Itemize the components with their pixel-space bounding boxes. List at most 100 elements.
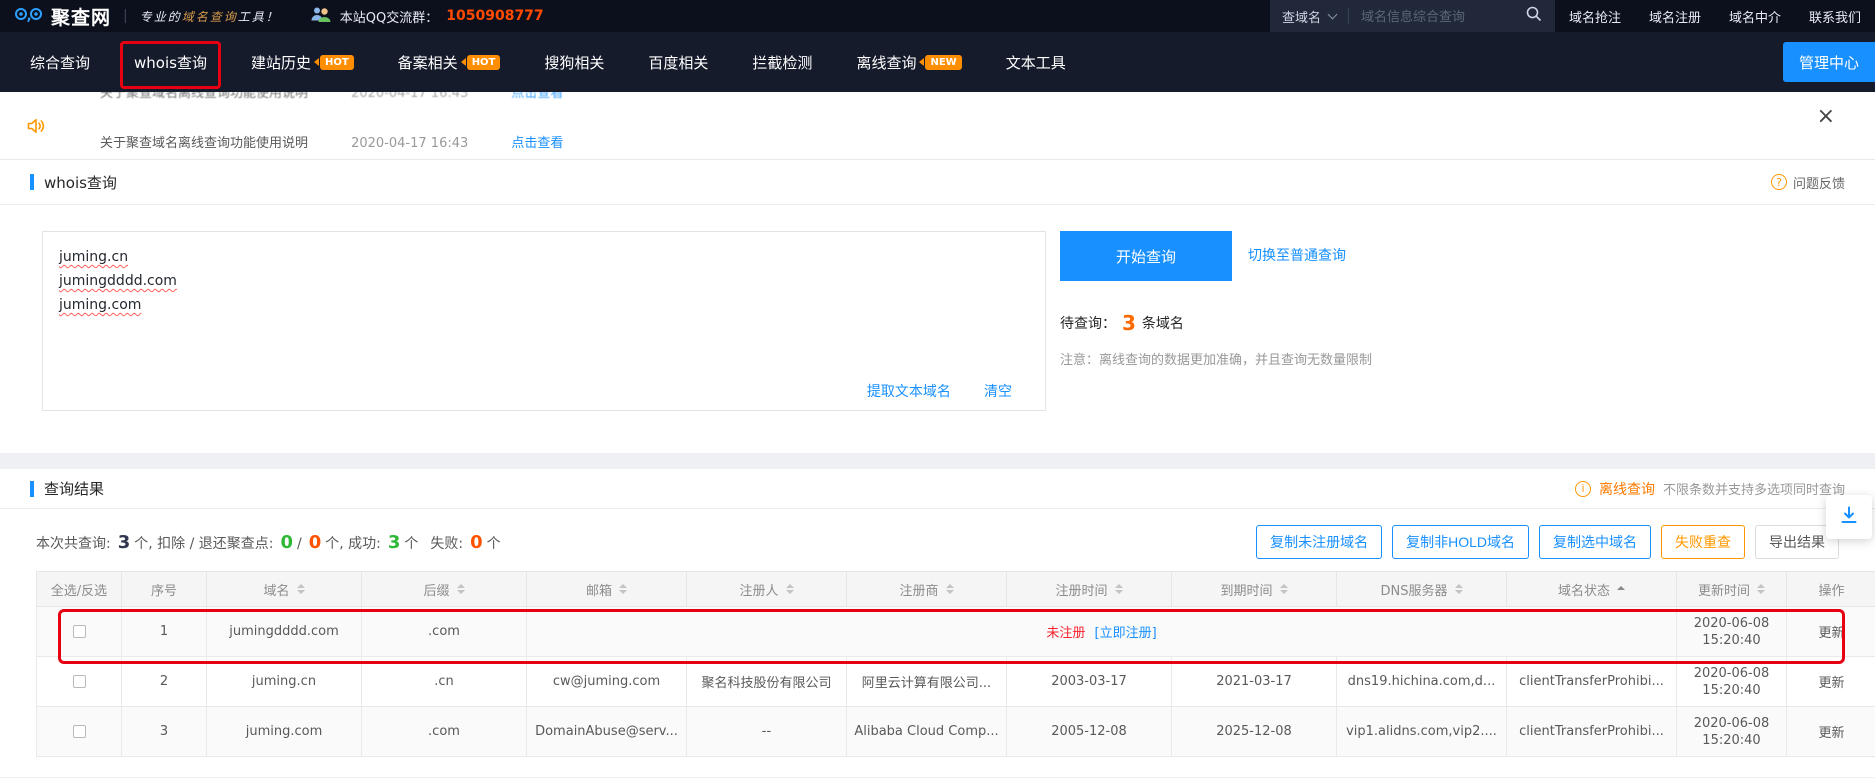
register-now-link[interactable]: [立即注册] <box>1095 626 1157 641</box>
announcement-view-link[interactable]: 点击查看 <box>511 92 563 101</box>
whois-section-header: whois查询 ? 问题反馈 <box>0 160 1875 205</box>
copy-nonhold-button[interactable]: 复制非HOLD域名 <box>1392 525 1529 559</box>
col-suffix[interactable]: 后缀 <box>362 572 527 607</box>
textarea-links: 提取文本域名 清空 <box>42 381 1046 401</box>
sort-icon[interactable] <box>297 584 305 594</box>
qq-group-number: 1050908777 <box>446 8 543 24</box>
refresh-row-link[interactable]: 更新 <box>1818 726 1844 741</box>
row-exp-date: 2025-12-08 <box>1172 707 1337 757</box>
row-email: DomainAbuse@serv... <box>527 707 687 757</box>
nav-item-site-history[interactable]: 建站历史HOT <box>251 52 354 73</box>
chevron-down-icon <box>1328 10 1338 20</box>
select-all-header[interactable]: 全选/反选 <box>37 572 122 607</box>
table-header-row: 全选/反选 序号 域名 后缀 邮箱 注册人 注册商 注册时间 到期时间 DNS服… <box>37 572 1875 607</box>
offline-query-hint: i 离线查询 不限条数并支持多选项同时查询 <box>1575 479 1845 499</box>
sort-icon[interactable] <box>1280 584 1288 594</box>
domain-input-line: jumingdddd.com <box>59 269 177 293</box>
sort-icon[interactable] <box>1455 584 1463 594</box>
col-registrar[interactable]: 注册商 <box>847 572 1007 607</box>
title-accent-bar <box>30 481 34 497</box>
col-email[interactable]: 邮箱 <box>527 572 687 607</box>
download-results-button[interactable] <box>1826 495 1872 539</box>
divider <box>1348 8 1349 24</box>
nav-item-comprehensive-query[interactable]: 综合查询 <box>30 52 90 73</box>
sort-icon[interactable] <box>457 584 465 594</box>
nav-item-text-tools[interactable]: 文本工具 <box>1006 52 1066 73</box>
table-row: 3 juming.com .com DomainAbuse@serv... --… <box>37 707 1875 757</box>
pending-count-row: 待查询： 3 条域名 <box>1060 311 1184 335</box>
switch-normal-query-link[interactable]: 切换至普通查询 <box>1248 231 1346 281</box>
close-icon[interactable]: × <box>1817 106 1835 128</box>
svg-text:,: , <box>27 9 32 24</box>
qq-group-icon <box>310 6 332 27</box>
divider: | <box>123 8 128 24</box>
col-updated[interactable]: 更新时间 <box>1677 572 1787 607</box>
col-dns[interactable]: DNS服务器 <box>1337 572 1507 607</box>
results-table-wrap: 全选/反选 序号 域名 后缀 邮箱 注册人 注册商 注册时间 到期时间 DNS服… <box>36 571 1839 757</box>
top-link-domain-register[interactable]: 域名注册 <box>1635 7 1715 26</box>
search-category-select[interactable]: 查域名 <box>1282 7 1321 26</box>
col-exp-date[interactable]: 到期时间 <box>1172 572 1337 607</box>
row-checkbox[interactable] <box>73 675 86 688</box>
speaker-icon <box>26 116 46 140</box>
nav-item-sogou-related[interactable]: 搜狗相关 <box>544 52 604 73</box>
col-registrant[interactable]: 注册人 <box>687 572 847 607</box>
site-logo[interactable]: , 聚查网 <box>14 3 111 30</box>
row-reg-date: 2005-12-08 <box>1007 707 1172 757</box>
site-tagline: 专业的域名查询工具！ <box>140 8 280 25</box>
row-checkbox[interactable] <box>73 625 86 638</box>
refresh-row-link[interactable]: 更新 <box>1818 626 1844 641</box>
row-index: 1 <box>122 607 207 657</box>
row-index: 3 <box>122 707 207 757</box>
search-input[interactable] <box>1361 9 1525 24</box>
offline-query-link[interactable]: 离线查询 <box>1599 479 1655 499</box>
announcement-view-link[interactable]: 点击查看 <box>511 136 563 151</box>
row-registrar: 阿里云计算有限公司... <box>847 657 1007 707</box>
top-link-contact-us[interactable]: 联系我们 <box>1795 7 1875 26</box>
copy-selected-button[interactable]: 复制选中域名 <box>1539 525 1651 559</box>
total-count: 3 <box>118 532 131 553</box>
main-nav: 综合查询 whois查询 建站历史HOT 备案相关HOT 搜狗相关 百度相关 拦… <box>0 32 1875 92</box>
sort-icon[interactable] <box>619 584 627 594</box>
results-card: 查询结果 i 离线查询 不限条数并支持多选项同时查询 本次共查询:3个, 扣除 … <box>0 469 1875 777</box>
col-reg-date[interactable]: 注册时间 <box>1007 572 1172 607</box>
row-exp-date: 2021-03-17 <box>1172 657 1337 707</box>
col-status[interactable]: 域名状态 <box>1507 572 1677 607</box>
refresh-row-link[interactable]: 更新 <box>1818 676 1844 691</box>
col-action: 操作 <box>1787 572 1875 607</box>
admin-center-button[interactable]: 管理中心 <box>1783 42 1875 82</box>
top-link-domain-snatch[interactable]: 域名抢注 <box>1555 7 1635 26</box>
domain-search-box: 查域名 <box>1270 0 1555 32</box>
nav-item-baidu-related[interactable]: 百度相关 <box>648 52 708 73</box>
copy-unregistered-button[interactable]: 复制未注册域名 <box>1256 525 1382 559</box>
search-icon[interactable] <box>1525 5 1543 27</box>
sort-icon[interactable] <box>1757 584 1765 594</box>
row-suffix: .com <box>362 707 527 757</box>
nav-item-whois-query[interactable]: whois查询 <box>134 52 207 73</box>
nav-item-offline-query[interactable]: 离线查询NEW <box>856 52 961 73</box>
new-badge: NEW <box>925 55 961 70</box>
row-checkbox[interactable] <box>73 725 86 738</box>
col-domain[interactable]: 域名 <box>207 572 362 607</box>
refund-count: 0 <box>309 532 322 553</box>
title-accent-bar <box>30 174 34 190</box>
sort-icon[interactable] <box>1115 584 1123 594</box>
unregistered-cell: 未注册 [立即注册] <box>527 607 1677 657</box>
feedback-label: 问题反馈 <box>1793 173 1845 192</box>
sort-asc-icon[interactable] <box>1617 586 1625 592</box>
feedback-link[interactable]: ? 问题反馈 <box>1771 173 1845 192</box>
clear-link[interactable]: 清空 <box>984 384 1012 400</box>
top-links: 域名抢注 域名注册 域名中介 联系我们 <box>1555 7 1875 26</box>
nav-item-block-detect[interactable]: 拦截检测 <box>752 52 812 73</box>
sort-icon[interactable] <box>946 584 954 594</box>
top-bar: , 聚查网 | 专业的域名查询工具！ 本站QQ交流群： 1050908777 查… <box>0 0 1875 32</box>
sort-icon[interactable] <box>786 584 794 594</box>
top-link-domain-broker[interactable]: 域名中介 <box>1715 7 1795 26</box>
extract-domains-link[interactable]: 提取文本域名 <box>867 384 951 400</box>
row-domain: juming.com <box>207 707 362 757</box>
retry-failed-button[interactable]: 失败重查 <box>1661 525 1745 559</box>
whois-section-title: whois查询 <box>44 172 117 193</box>
nav-item-icp-related[interactable]: 备案相关HOT <box>398 52 501 73</box>
start-query-button[interactable]: 开始查询 <box>1060 231 1232 281</box>
fail-count: 0 <box>470 532 483 553</box>
